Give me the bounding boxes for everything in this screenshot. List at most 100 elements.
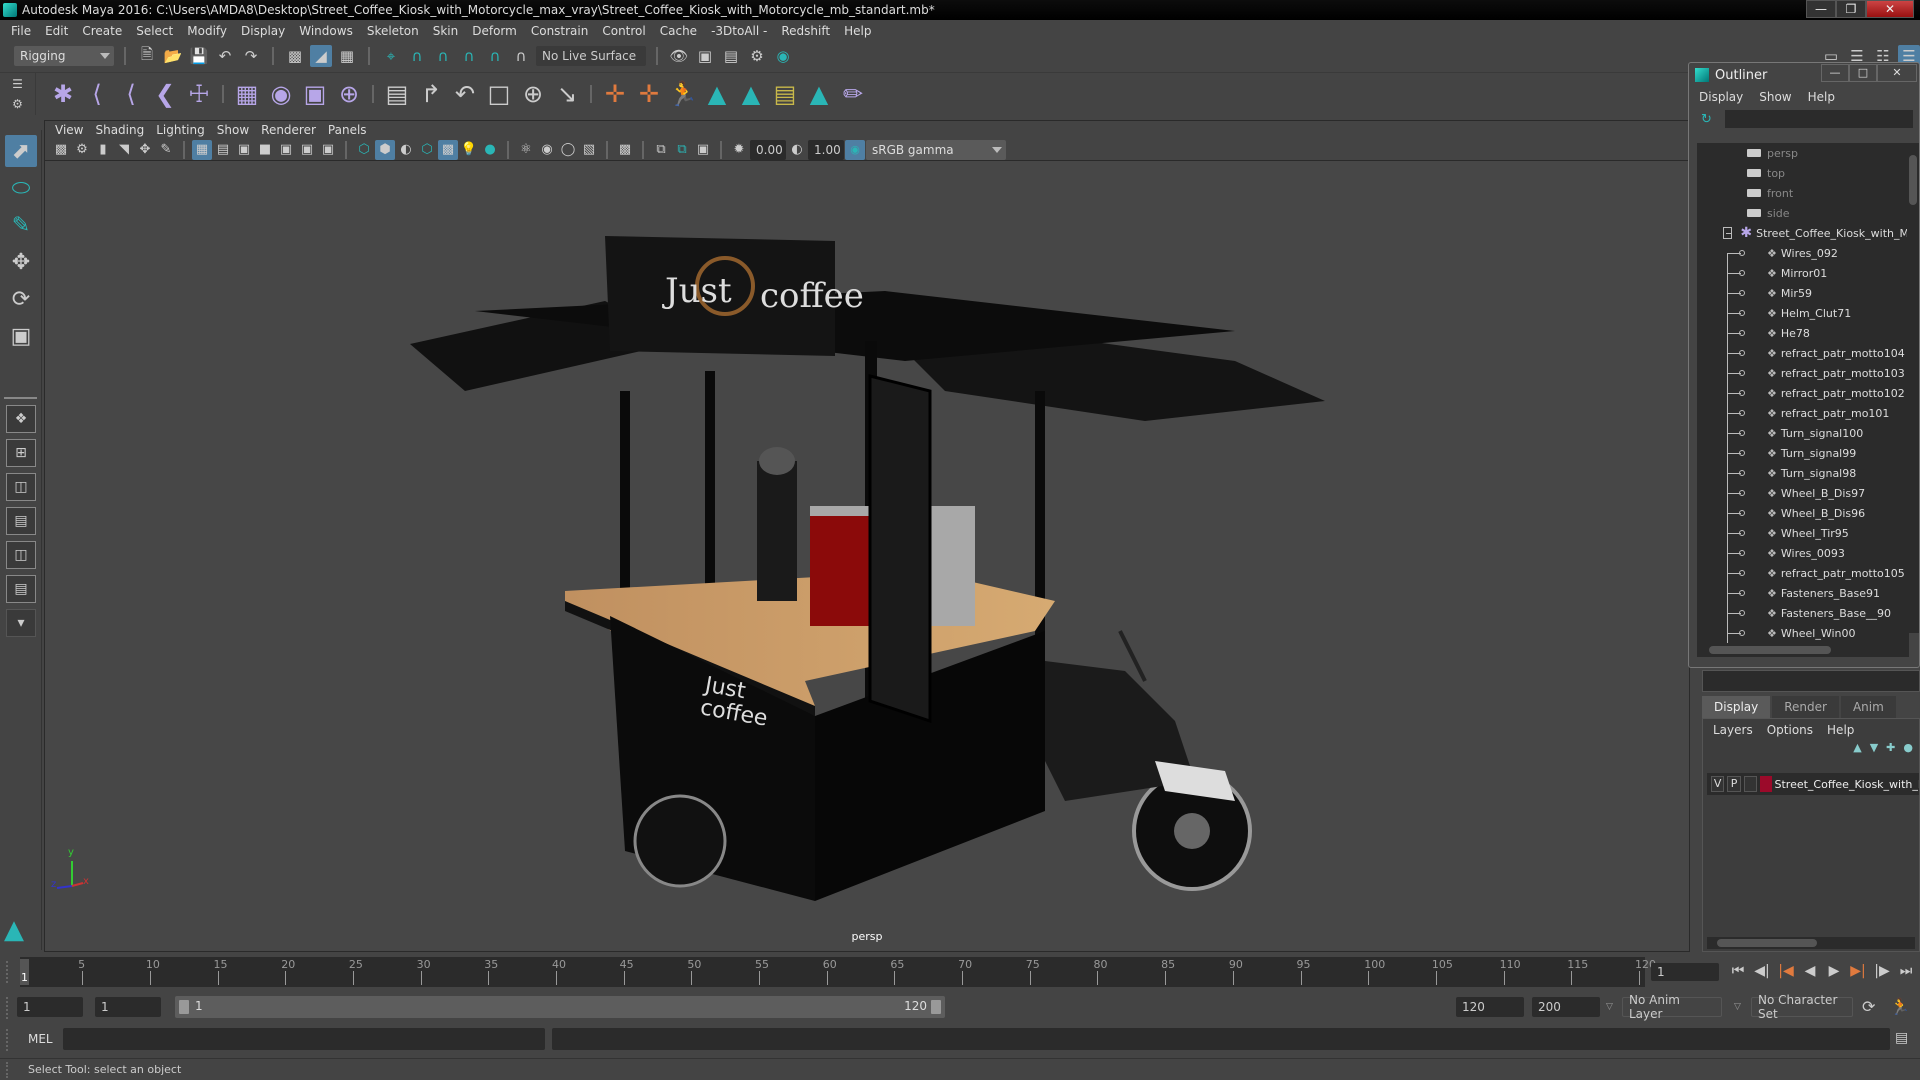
layer-row[interactable]: V P Street_Coffee_Kiosk_with_Motorcycle	[1707, 773, 1919, 795]
tree-item-mesh[interactable]: ❖ Wheel_B_Dis97	[1697, 483, 1909, 503]
isolate-select-icon[interactable]: ▩	[615, 140, 635, 160]
menu-set-dropdown[interactable]: Rigging	[14, 46, 114, 66]
command-input[interactable]	[63, 1028, 545, 1050]
menu-display[interactable]: Display	[236, 24, 294, 38]
range-bar[interactable]: 1 120	[175, 996, 945, 1018]
layer-menu-help[interactable]: Help	[1827, 723, 1854, 737]
new-layer-icon[interactable]: ✚	[1886, 741, 1895, 761]
screen-space-ao-icon[interactable]: ⚛	[516, 140, 536, 160]
new-scene-icon[interactable]: 🗎	[136, 45, 158, 67]
humanik-icon[interactable]: ☩	[182, 77, 216, 111]
shelf-tab-menu[interactable]: ☰ ⚙	[0, 72, 36, 115]
aim-constraint-icon[interactable]: ⊕	[516, 77, 550, 111]
field-chart-icon[interactable]: ▣	[276, 140, 296, 160]
drag-grip[interactable]	[6, 1062, 10, 1078]
layout-persp-outliner-icon[interactable]: ◫	[6, 473, 36, 501]
tree-item-mesh[interactable]: ❖ Turn_signal99	[1697, 443, 1909, 463]
film-gate-icon[interactable]: ▤	[213, 140, 233, 160]
menu-help[interactable]: Help	[839, 24, 880, 38]
play-backwards-icon[interactable]: ◀	[1800, 961, 1820, 981]
menu-select[interactable]: Select	[131, 24, 182, 38]
tab-render[interactable]: Render	[1772, 696, 1839, 718]
layer-horizontal-scrollbar[interactable]	[1707, 937, 1915, 949]
blend-shape-icon[interactable]: ◉	[264, 77, 298, 111]
drag-grip[interactable]	[6, 961, 10, 983]
range-start-handle[interactable]	[179, 1000, 189, 1014]
layout-persp-graph-icon[interactable]: ▤	[6, 507, 36, 535]
pole-vector-constraint-icon[interactable]: ↘	[550, 77, 584, 111]
lasso-tool-icon[interactable]: ⬭	[5, 172, 37, 204]
tree-item-mesh[interactable]: ❖ Turn_signal98	[1697, 463, 1909, 483]
step-forward-frame-icon[interactable]: |▶	[1872, 961, 1892, 981]
resolution-gate-icon[interactable]: ▣	[234, 140, 254, 160]
live-surface-field[interactable]: No Live Surface	[536, 46, 646, 66]
ik-spline-icon[interactable]: ⟨	[114, 77, 148, 111]
maya-script-icon-3[interactable]: ▲	[802, 77, 836, 111]
scale-tool-icon[interactable]: ▣	[5, 320, 37, 352]
scrollbar-thumb[interactable]	[1717, 939, 1817, 947]
tree-item-mesh[interactable]: ❖ Wheel_Tir95	[1697, 523, 1909, 543]
rotate-tool-icon[interactable]: ⟳	[5, 283, 37, 315]
gamma-field[interactable]: 1.00	[808, 139, 844, 160]
outliner-minimize-button[interactable]: —	[1821, 64, 1849, 82]
render-view-icon[interactable]: 👁	[668, 45, 690, 67]
outliner-title-bar[interactable]: Outliner — □ ✕	[1689, 63, 1919, 87]
layer-playback-toggle[interactable]: P	[1727, 776, 1741, 792]
outliner-menu-help[interactable]: Help	[1808, 90, 1835, 104]
tree-item-camera[interactable]: top	[1697, 163, 1909, 183]
open-scene-icon[interactable]: 📂	[162, 45, 184, 67]
parent-constraint-icon[interactable]: ▤	[380, 77, 414, 111]
move-layer-up-icon[interactable]: ▲	[1853, 741, 1861, 761]
tree-item-mesh[interactable]: ❖ Helm_Clut71	[1697, 303, 1909, 323]
layout-persp-graph-hypershade-icon[interactable]: ▤	[6, 575, 36, 603]
tree-item-mesh[interactable]: ❖ refract_patr_mo101	[1697, 403, 1909, 423]
bind-skin-icon[interactable]: ❮	[148, 77, 182, 111]
orient-constraint-icon[interactable]: ↶	[448, 77, 482, 111]
maya-script-icon-2[interactable]: ▲	[734, 77, 768, 111]
go-to-end-icon[interactable]: ⏭	[1896, 961, 1916, 981]
tree-item-mesh[interactable]: ❖ Wires_0093	[1697, 543, 1909, 563]
default-material-icon[interactable]: ◐	[396, 140, 416, 160]
drag-grip[interactable]	[6, 997, 10, 1019]
menu-skin[interactable]: Skin	[428, 24, 468, 38]
layer-visibility-toggle[interactable]: V	[1711, 776, 1725, 792]
menu-file[interactable]: File	[6, 24, 40, 38]
camera-attributes-icon[interactable]: ⚙	[72, 140, 92, 160]
image-plane-icon[interactable]: ◥	[114, 140, 134, 160]
menu-skeleton[interactable]: Skeleton	[362, 24, 428, 38]
new-layer-selected-icon[interactable]: ●	[1903, 741, 1913, 761]
menu-cache[interactable]: Cache	[655, 24, 706, 38]
tab-display[interactable]: Display	[1702, 696, 1771, 718]
chevron-down-icon[interactable]: ▽	[1734, 1002, 1741, 1012]
outliner-menu-show[interactable]: Show	[1759, 90, 1791, 104]
ipr-render-icon[interactable]: ▤	[720, 45, 742, 67]
chevron-down-icon[interactable]: ▽	[1606, 1002, 1613, 1012]
tree-item-mesh[interactable]: ❖ refract_patr_motto102	[1697, 383, 1909, 403]
save-scene-icon[interactable]: 💾	[188, 45, 210, 67]
select-camera-icon[interactable]: ▩	[51, 140, 71, 160]
outliner-search-input[interactable]	[1725, 110, 1913, 128]
layer-menu-layers[interactable]: Layers	[1713, 723, 1753, 737]
make-live-icon[interactable]: ∩	[510, 45, 532, 67]
tree-item-camera[interactable]: side	[1697, 203, 1909, 223]
shelf-menu-icon[interactable]: ☰	[12, 77, 23, 91]
panel-menu-panels[interactable]: Panels	[326, 123, 377, 137]
animation-start-field[interactable]: 1	[17, 997, 83, 1017]
outliner-close-button[interactable]: ✕	[1877, 64, 1917, 82]
menu-3dtoall[interactable]: -3DtoAll -	[706, 24, 776, 38]
view-transform-dropdown[interactable]: sRGB gamma	[866, 139, 1006, 160]
exposure-field[interactable]: 0.00	[750, 139, 786, 160]
use-all-lights-icon[interactable]: 💡	[459, 140, 479, 160]
tree-item-mesh[interactable]: ❖ refract_patr_motto104	[1697, 343, 1909, 363]
drag-grip[interactable]	[6, 1029, 10, 1051]
layer-color-swatch[interactable]	[1760, 776, 1772, 792]
outliner-vertical-scrollbar[interactable]	[1907, 143, 1919, 633]
add-influence-icon[interactable]: ✛	[598, 77, 632, 111]
current-frame-marker[interactable]: 1	[20, 959, 29, 985]
shelf-settings-icon[interactable]: ⚙	[12, 97, 23, 111]
move-layer-down-icon[interactable]: ▼	[1870, 741, 1878, 761]
tab-anim[interactable]: Anim	[1840, 696, 1896, 718]
collapse-icon[interactable]	[1723, 227, 1733, 239]
move-tool-icon[interactable]: ✥	[5, 246, 37, 278]
remove-influence-icon[interactable]: ✛	[632, 77, 666, 111]
